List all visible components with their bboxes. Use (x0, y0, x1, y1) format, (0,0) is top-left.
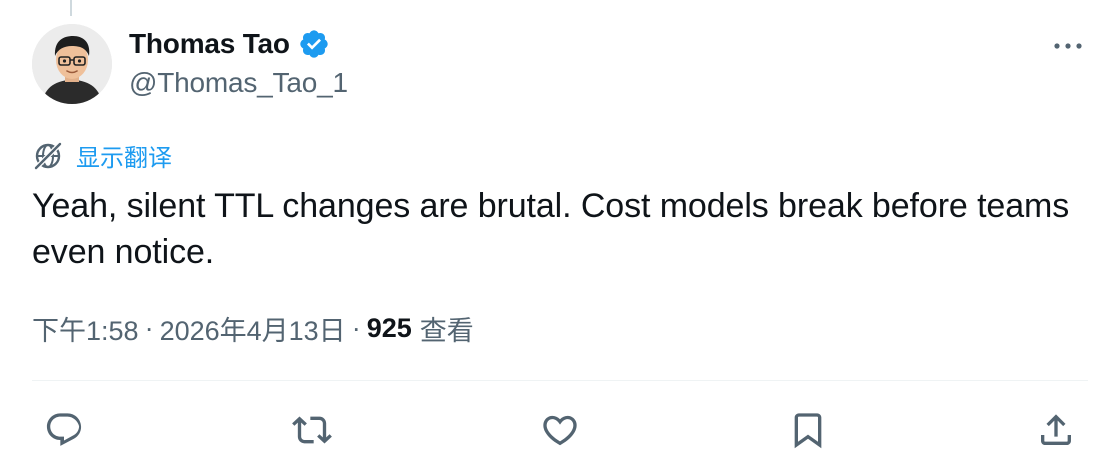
show-translation-label[interactable]: 显示翻译 (76, 138, 172, 173)
name-row: Thomas Tao (129, 26, 348, 62)
share-icon (1041, 414, 1071, 445)
heart-icon (543, 415, 577, 446)
bookmark-button[interactable] (782, 404, 834, 456)
meta-separator: · (144, 313, 154, 343)
tweet-date[interactable]: 2026年4月13日 (160, 309, 346, 348)
like-button[interactable] (534, 404, 586, 456)
divider (32, 380, 1088, 381)
avatar-illustration-icon (32, 24, 112, 104)
reply-icon (46, 413, 82, 446)
views-label[interactable]: 查看 (420, 309, 474, 348)
tweet-time[interactable]: 下午1:58 (32, 309, 139, 348)
bookmark-icon (794, 413, 822, 449)
thread-connector-line (70, 0, 72, 16)
retweet-icon (292, 416, 332, 444)
show-translation-button[interactable]: 显示翻译 (32, 138, 172, 173)
verified-badge-icon[interactable] (298, 28, 330, 60)
views-count[interactable]: 925 (367, 313, 412, 344)
tweet-detail: Thomas Tao @Thomas_Tao_1 显示翻译 Yeah, sile… (0, 0, 1120, 476)
author-block: Thomas Tao @Thomas_Tao_1 (129, 26, 348, 99)
more-icon (1054, 43, 1082, 49)
action-bar (32, 404, 1088, 456)
more-options-button[interactable] (1050, 34, 1086, 58)
retweet-button[interactable] (286, 404, 338, 456)
tweet-text: Yeah, silent TTL changes are brutal. Cos… (32, 187, 1070, 271)
tweet-meta: 下午1:58 · 2026年4月13日 · 925 查看 (32, 309, 474, 348)
reply-button[interactable] (38, 404, 90, 456)
meta-separator: · (351, 313, 361, 343)
user-handle[interactable]: @Thomas_Tao_1 (129, 67, 348, 99)
share-button[interactable] (1030, 404, 1082, 456)
display-name[interactable]: Thomas Tao (129, 28, 290, 60)
avatar[interactable] (32, 24, 112, 104)
translate-globe-icon (34, 141, 62, 170)
